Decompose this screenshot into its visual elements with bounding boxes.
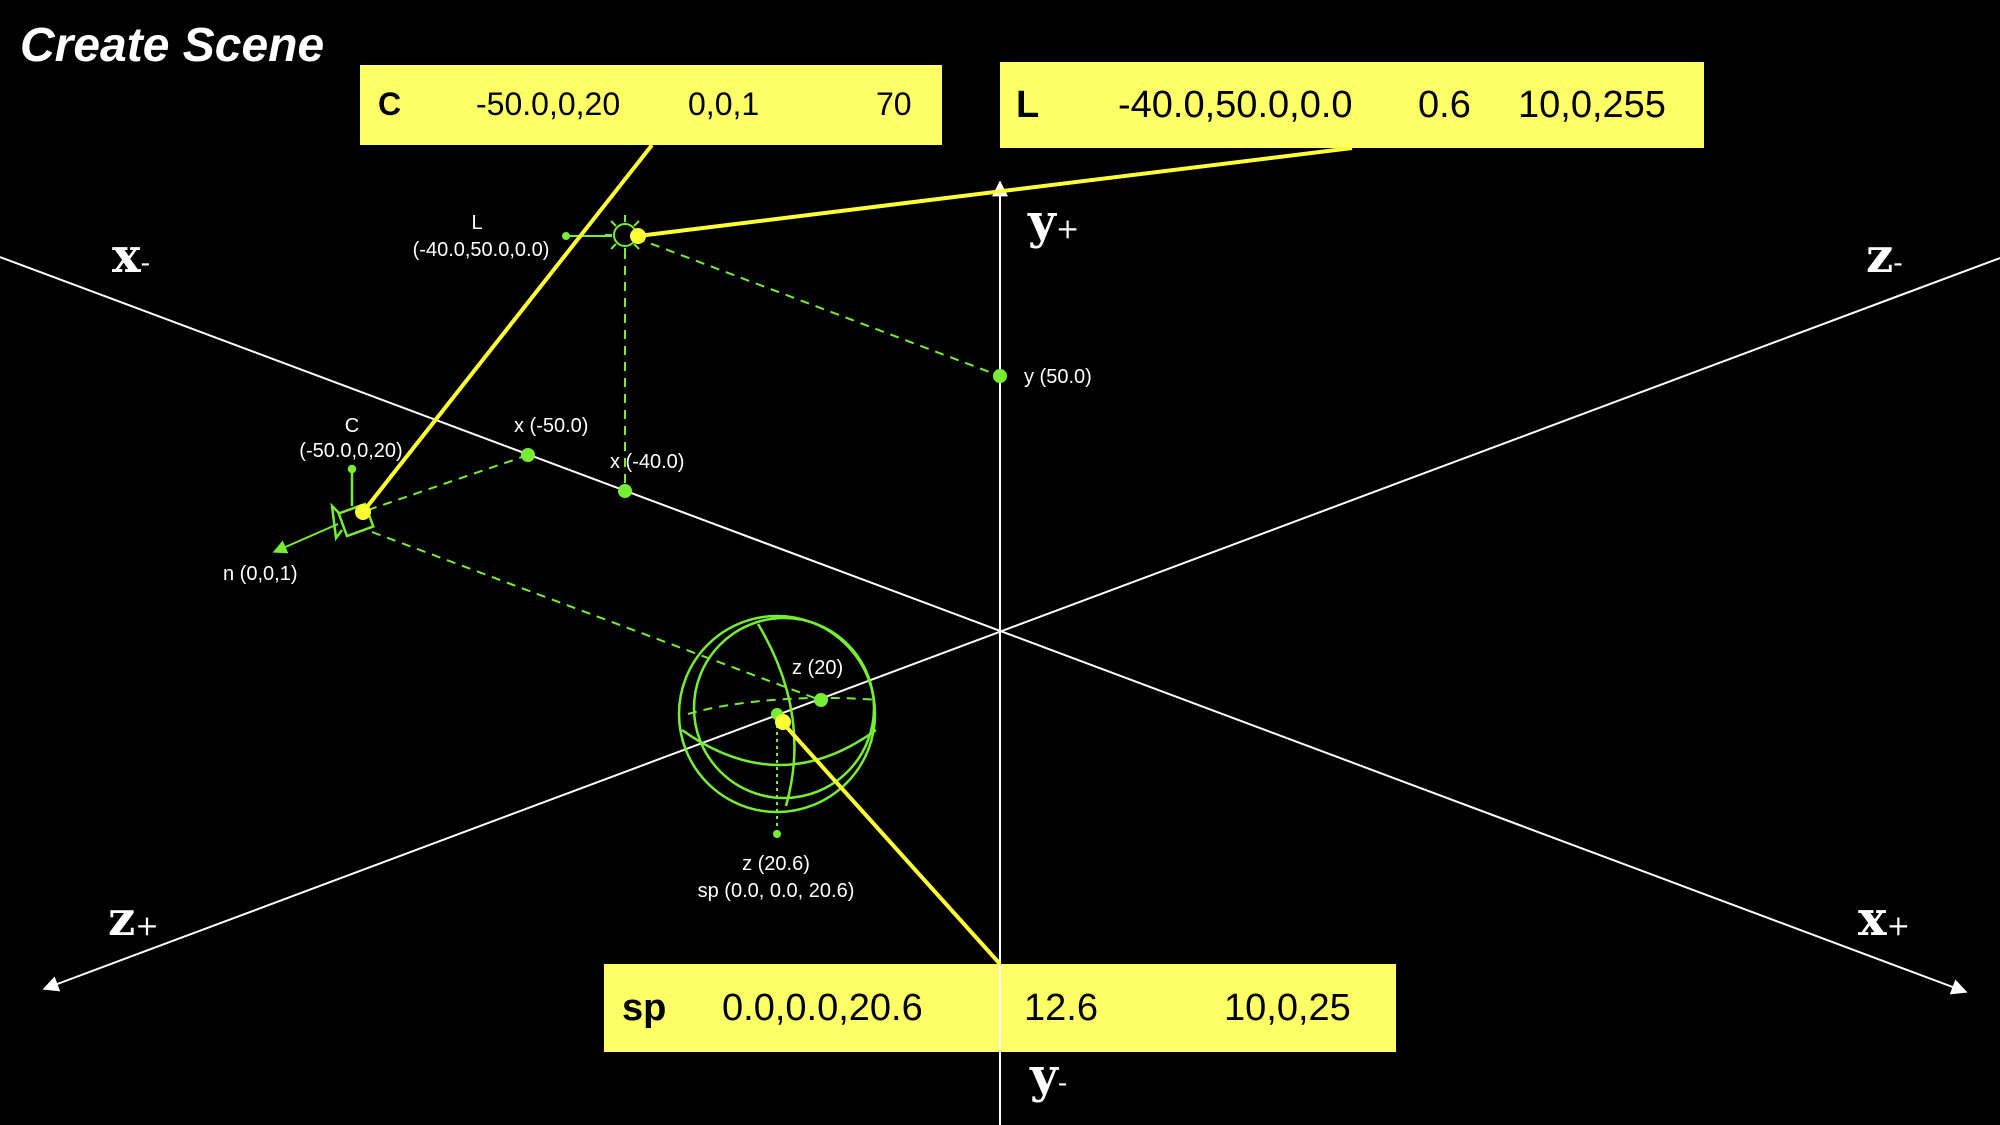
z-axis-label: z (20) (792, 657, 843, 679)
scene-diagram: x- y+ z- z+ x+ y- L (-40.0,50.0,0.0) C (… (0, 143, 2000, 1125)
x-light-point[interactable] (618, 484, 632, 498)
leader-lines (361, 143, 1353, 966)
z-axis-point[interactable] (814, 693, 828, 707)
camera-coords-label: (-50.0,0,20) (299, 440, 402, 462)
sphere-leader (780, 720, 1002, 966)
z-sphere-label: z (20.6) (742, 853, 810, 875)
y-point[interactable] (993, 369, 1007, 383)
light-leader (637, 146, 1353, 238)
x-axis (0, 256, 1968, 995)
y-plus-label: y+ (1027, 194, 1079, 250)
y-light-label: y (50.0) (1024, 366, 1092, 388)
camera-leader (361, 143, 654, 514)
axes (0, 180, 2000, 1125)
sphere-bottom-point[interactable] (773, 830, 781, 838)
light-point[interactable] (630, 228, 646, 244)
camera-icon[interactable] (330, 464, 375, 542)
points (355, 228, 1007, 838)
x-light-label: x (-40.0) (610, 451, 684, 473)
sphere-point[interactable] (775, 714, 791, 730)
z-axis (42, 257, 2000, 992)
light-coords-label: (-40.0,50.0,0.0) (413, 239, 550, 261)
camera-normal-arrow (272, 523, 339, 554)
camera-name-label: C (345, 415, 359, 437)
x-cam-point[interactable] (521, 448, 535, 462)
light-to-y-guide (635, 237, 1001, 377)
light-name-label: L (471, 212, 482, 234)
camera-point[interactable] (355, 504, 371, 520)
x-plus-label: x+ (1858, 891, 1910, 947)
x-minus-label: x- (112, 228, 150, 284)
camera-to-x-guide (367, 454, 529, 511)
x-cam-label: x (-50.0) (514, 415, 588, 437)
sphere-equator-back (687, 696, 879, 715)
camera-normal-label: n (0,0,1) (223, 563, 297, 585)
camera-to-sphere-guide (371, 531, 821, 701)
y-minus-label: y- (1029, 1048, 1067, 1104)
guide-lines (367, 237, 1001, 715)
z-minus-label: z- (1866, 228, 1903, 284)
sp-coords-label: sp (0.0, 0.0, 20.6) (698, 880, 855, 902)
z-plus-label: z+ (108, 891, 159, 947)
